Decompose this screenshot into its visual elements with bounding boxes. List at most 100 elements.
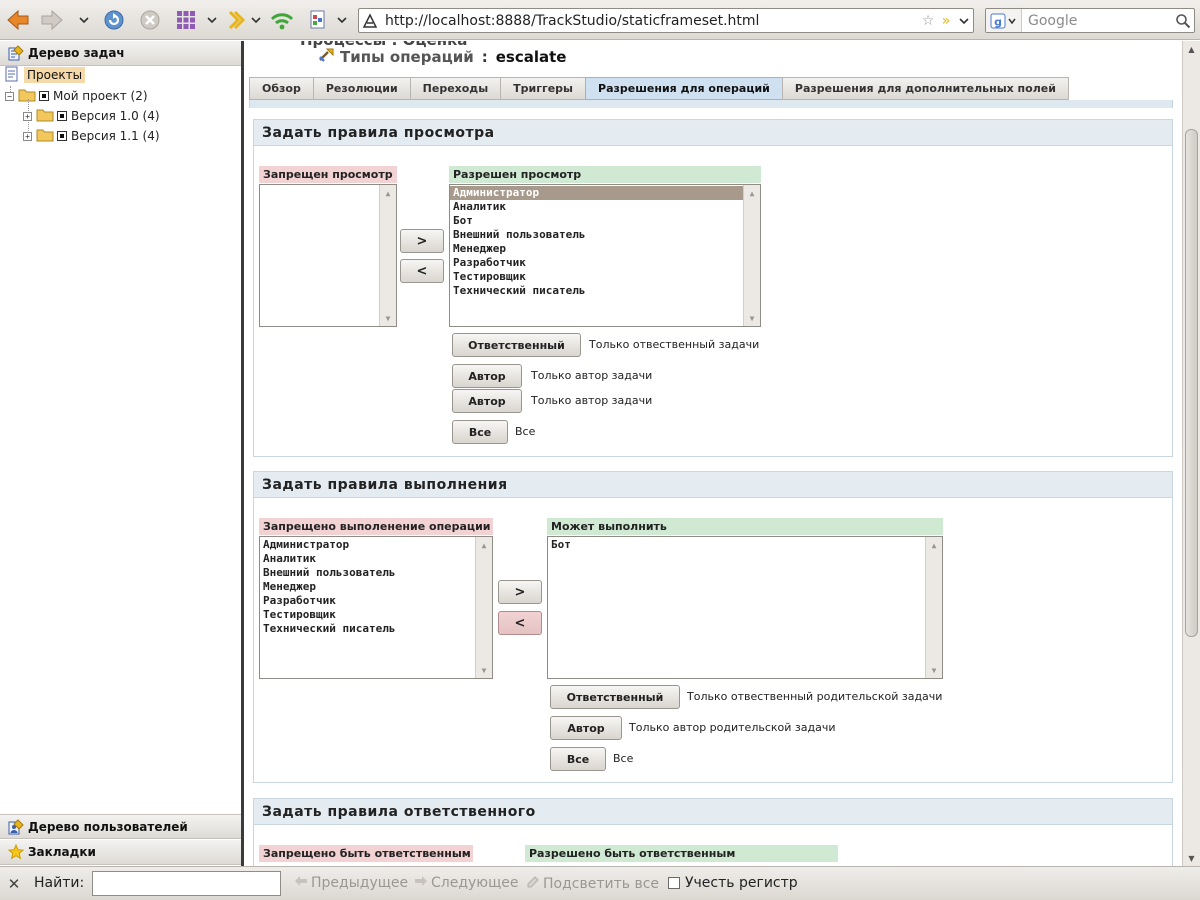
author-button[interactable]: Автор — [452, 364, 522, 388]
document-icon[interactable] — [304, 6, 332, 34]
tab-bar: Обзор Резолюции Переходы Триггеры Разреш… — [249, 77, 1069, 100]
apps-grid-icon[interactable] — [172, 6, 200, 34]
tab-resolutions[interactable]: Резолюции — [312, 77, 410, 100]
list-option[interactable]: Бот — [548, 538, 925, 552]
list-option[interactable]: Разработчик — [450, 256, 743, 270]
address-bar[interactable]: http://localhost:8888/TrackStudio/static… — [358, 8, 974, 33]
tab-custom-field-permissions[interactable]: Разрешения для дополнительных полей — [781, 77, 1069, 100]
scroll-up-icon[interactable]: ▲ — [380, 186, 396, 200]
bookmark-star-icon[interactable]: ☆ — [919, 9, 937, 32]
list-option[interactable]: Менеджер — [260, 580, 475, 594]
tree-item-my-project[interactable]: − Мой проект (2) — [5, 87, 148, 105]
scroll-up-icon[interactable]: ▲ — [1183, 41, 1200, 57]
responsible-description: Только отвественный родительской задачи — [687, 690, 943, 703]
list-option[interactable]: Внешний пользователь — [450, 228, 743, 242]
highlight-all-button[interactable]: Подсветить все — [526, 875, 659, 893]
list-option[interactable]: Менеджер — [450, 242, 743, 256]
expand-icon[interactable]: + — [23, 131, 32, 141]
projects-icon — [4, 66, 20, 85]
list-option[interactable]: Технический писатель — [450, 284, 743, 298]
tab-transitions[interactable]: Переходы — [409, 77, 501, 100]
exec-deny-header: Запрещено выполенение операции — [259, 518, 493, 535]
scroll-down-icon[interactable]: ▼ — [1183, 850, 1200, 866]
list-option[interactable]: Технический писатель — [260, 622, 475, 636]
list-option[interactable]: Разработчик — [260, 594, 475, 608]
list-option[interactable]: Администратор — [450, 186, 743, 200]
find-input[interactable] — [92, 871, 281, 896]
list-option[interactable]: Тестировщик — [450, 270, 743, 284]
author-button[interactable]: Автор — [550, 716, 622, 740]
back-arrow-icon[interactable] — [4, 6, 32, 34]
go-arrow-icon[interactable]: » — [937, 9, 955, 32]
collapse-icon[interactable]: − — [5, 91, 14, 101]
url-text[interactable]: http://localhost:8888/TrackStudio/static… — [381, 13, 919, 29]
scroll-down-icon[interactable]: ▼ — [926, 663, 942, 677]
move-right-button[interactable]: > — [498, 580, 542, 604]
breadcrumb-label[interactable]: Типы операций — [340, 48, 474, 66]
chevron-dropdown-icon[interactable] — [250, 12, 262, 28]
list-option[interactable]: Администратор — [260, 538, 475, 552]
bookmarks-title: Закладки — [28, 845, 96, 859]
list-option[interactable]: Аналитик — [260, 552, 475, 566]
close-icon[interactable]: ✕ — [6, 875, 22, 893]
tree-item-version-1-0[interactable]: + Версия 1.0 (4) — [23, 107, 160, 125]
google-engine-icon[interactable]: g — [986, 9, 1022, 32]
move-left-button[interactable]: < — [400, 259, 444, 283]
list-option[interactable]: Внешний пользователь — [260, 566, 475, 580]
search-icon[interactable] — [1172, 9, 1194, 32]
search-bar[interactable]: g Google — [985, 8, 1195, 33]
expand-icon[interactable]: + — [23, 111, 32, 121]
scroll-up-icon[interactable]: ▲ — [476, 538, 492, 552]
apps-dropdown-icon[interactable] — [206, 12, 218, 28]
list-scrollbar[interactable]: ▲ ▼ — [743, 185, 760, 326]
chevron-right-icon[interactable] — [222, 6, 250, 34]
view-allow-list[interactable]: Администратор Аналитик Бот Внешний пользова… — [449, 184, 761, 327]
tree-root-projects[interactable]: Проекты — [4, 66, 86, 85]
user-tree-header[interactable]: Дерево пользователей — [0, 814, 241, 839]
reload-icon[interactable] — [100, 6, 128, 34]
document-dropdown-icon[interactable] — [336, 12, 348, 28]
list-option[interactable]: Тестировщик — [260, 608, 475, 622]
find-previous-button[interactable]: Предыдущее — [294, 875, 408, 891]
main-scrollbar[interactable]: ▲ ▼ — [1182, 41, 1200, 866]
tab-overview[interactable]: Обзор — [249, 77, 313, 100]
site-identity-icon[interactable] — [359, 9, 381, 32]
wifi-icon[interactable] — [268, 6, 296, 34]
scroll-down-icon[interactable]: ▼ — [744, 311, 760, 325]
history-dropdown-icon[interactable] — [78, 12, 90, 28]
list-option[interactable]: Аналитик — [450, 200, 743, 214]
find-next-button[interactable]: Следующее — [414, 875, 519, 891]
responsible-button[interactable]: Ответственный — [550, 685, 680, 709]
exec-deny-list[interactable]: Администратор Аналитик Внешний пользовател… — [259, 536, 493, 679]
list-scrollbar[interactable]: ▲ ▼ — [379, 185, 396, 326]
tab-triggers[interactable]: Триггеры — [500, 77, 586, 100]
forward-arrow-icon[interactable] — [38, 6, 66, 34]
tree-label: Проекты — [24, 67, 86, 83]
tree-item-version-1-1[interactable]: + Версия 1.1 (4) — [23, 127, 160, 145]
match-case-checkbox[interactable] — [668, 877, 680, 889]
bookmarks-header[interactable]: Закладки — [0, 840, 241, 865]
scroll-down-icon[interactable]: ▼ — [380, 311, 396, 325]
all-button[interactable]: Все — [452, 420, 508, 444]
search-placeholder[interactable]: Google — [1022, 13, 1172, 29]
scrollbar-thumb[interactable] — [1185, 129, 1198, 637]
all-button[interactable]: Все — [550, 747, 606, 771]
view-deny-list[interactable]: ▲ ▼ — [259, 184, 397, 327]
tab-operation-permissions[interactable]: Разрешения для операций — [585, 77, 782, 100]
arrow-right-icon — [414, 875, 428, 891]
list-scrollbar[interactable]: ▲ ▼ — [925, 537, 942, 678]
url-dropdown-icon[interactable] — [955, 9, 973, 32]
task-tree-header[interactable]: Дерево задач — [0, 41, 241, 66]
scroll-down-icon[interactable]: ▼ — [476, 663, 492, 677]
scroll-up-icon[interactable]: ▲ — [926, 538, 942, 552]
move-right-button[interactable]: > — [400, 229, 444, 253]
stop-icon[interactable] — [136, 6, 164, 34]
move-left-button[interactable]: < — [498, 611, 542, 635]
scroll-up-icon[interactable]: ▲ — [744, 186, 760, 200]
list-option[interactable]: Бот — [450, 214, 743, 228]
list-scrollbar[interactable]: ▲ ▼ — [475, 537, 492, 678]
match-case-label[interactable]: Учесть регистр — [685, 875, 798, 891]
responsible-button[interactable]: Ответственный — [452, 333, 581, 357]
exec-allow-list[interactable]: Бот ▲ ▼ — [547, 536, 943, 679]
author-button-2[interactable]: Автор — [452, 389, 522, 413]
